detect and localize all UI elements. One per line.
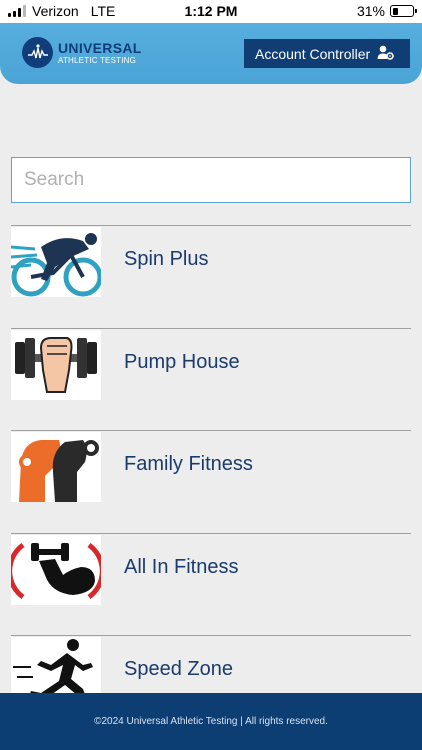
gym-name: Speed Zone	[124, 658, 233, 680]
status-bar: Verizon LTE 1:12 PM 31%	[0, 0, 422, 24]
flexed-arm-dumbbell-icon	[11, 534, 101, 605]
bodybuilder-icon	[11, 432, 101, 502]
logo-title: UNIVERSAL	[58, 39, 142, 56]
status-right: 31%	[356, 3, 417, 19]
logo-text: UNIVERSAL ATHLETIC TESTING	[58, 41, 142, 65]
battery-percent: 31%	[356, 3, 385, 19]
list-item-family-fitness[interactable]: Family Fitness	[11, 430, 411, 533]
list-item-pump-house[interactable]: Pump House	[11, 327, 411, 431]
copyright-text: ©2024 Universal Athletic Testing | All r…	[94, 716, 328, 727]
battery-icon	[390, 5, 417, 17]
battery-level-fill	[392, 7, 399, 15]
fist-dumbbell-icon	[11, 329, 101, 400]
account-controller-label: Account Controller	[255, 45, 371, 62]
account-controller-button[interactable]: Account Controller	[244, 39, 410, 68]
list-item-spin-plus[interactable]: Spin Plus	[11, 225, 411, 328]
search-input[interactable]	[11, 157, 411, 203]
gym-name: All In Fitness	[124, 555, 239, 578]
list-item-all-in-fitness[interactable]: All In Fitness	[11, 532, 411, 636]
app-header: UNIVERSAL ATHLETIC TESTING Account Contr…	[0, 23, 422, 84]
cyclist-icon	[11, 227, 101, 297]
gym-name: Spin Plus	[124, 248, 209, 270]
logo-emblem-icon	[22, 37, 53, 68]
gym-name: Family Fitness	[124, 453, 253, 475]
gym-list: Spin Plus Pump House Family Fitness All …	[11, 225, 411, 738]
app-screen: Verizon LTE 1:12 PM 31% UNIVERSAL ATHLET…	[0, 0, 422, 750]
user-settings-icon	[377, 45, 394, 63]
logo-subtitle: ATHLETIC TESTING	[58, 55, 137, 65]
footer: ©2024 Universal Athletic Testing | All r…	[0, 693, 422, 750]
brand-logo[interactable]: UNIVERSAL ATHLETIC TESTING	[22, 37, 142, 68]
gym-name: Pump House	[124, 350, 240, 373]
